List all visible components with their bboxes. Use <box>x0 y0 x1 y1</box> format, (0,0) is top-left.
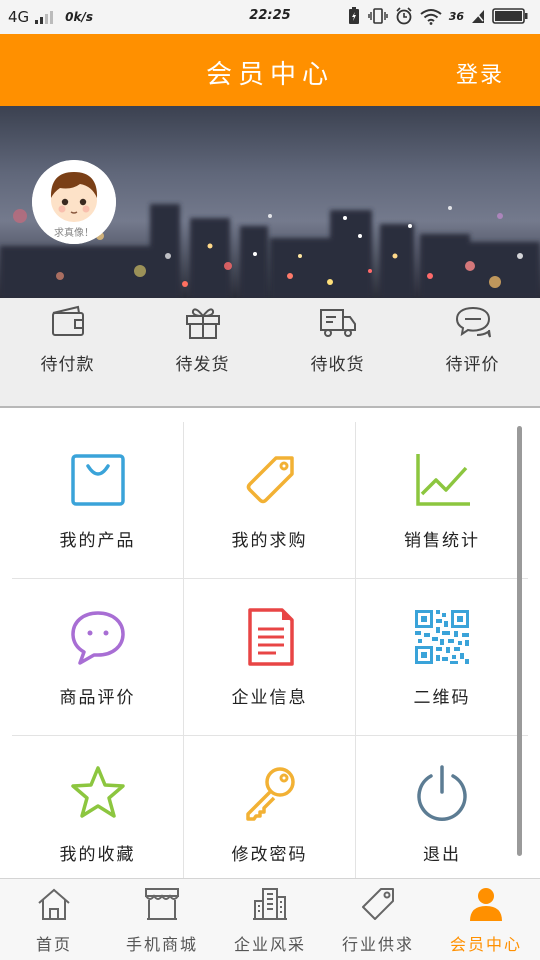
signal-strength: 36 <box>448 9 464 23</box>
status-bar: 4G 0k/s 22:25 36 <box>0 0 540 34</box>
tab-industry-supply[interactable]: 行业供求 <box>324 879 432 960</box>
order-label: 待付款 <box>40 355 95 375</box>
avatar-caption: 求真像！ <box>54 228 94 239</box>
tab-label: 行业供求 <box>341 935 414 954</box>
alarm-icon <box>396 7 412 25</box>
login-button[interactable]: 登录 <box>456 57 504 89</box>
grid-row: 我的产品 我的求购 销售统计 <box>12 422 528 579</box>
battery-icon <box>492 8 528 24</box>
tab-label: 手机商城 <box>125 935 198 954</box>
grid-row: 商品评价 企业信息 二维码 <box>12 579 528 736</box>
tab-label: 首页 <box>35 935 72 954</box>
my-favorites-tile[interactable]: 我的收藏 <box>12 736 184 878</box>
tab-label: 会员中心 <box>449 935 522 954</box>
tab-company-showcase[interactable]: 企业风采 <box>216 879 324 960</box>
bottom-tab-bar: 首页 手机商城 企业风采 行业供求 会员中心 <box>0 878 540 960</box>
wifi-icon <box>420 8 442 25</box>
order-pending-receipt[interactable]: 待收货 <box>270 298 405 406</box>
tile-label: 我的收藏 <box>59 845 136 865</box>
price-tag-icon <box>246 456 294 504</box>
order-pending-payment[interactable]: 待付款 <box>0 298 135 406</box>
speech-bubble-icon <box>70 611 125 665</box>
app-header: 会员中心 登录 <box>0 34 540 106</box>
mobile-signal-icon <box>472 9 484 23</box>
tab-home[interactable]: 首页 <box>0 879 108 960</box>
battery-saver-icon <box>348 7 359 24</box>
tag-icon <box>362 888 394 920</box>
sales-stats-tile[interactable]: 销售统计 <box>356 422 528 579</box>
grid-row: 我的收藏 修改密码 退出 <box>12 736 528 878</box>
tile-label: 商品评价 <box>59 688 136 708</box>
power-icon <box>417 765 467 821</box>
avatar[interactable]: 求真像！ <box>32 160 116 244</box>
key-icon <box>245 767 295 821</box>
order-pending-review[interactable]: 待评价 <box>405 298 540 406</box>
order-label: 待收货 <box>310 355 365 375</box>
wallet-icon <box>51 305 84 336</box>
tile-label: 企业信息 <box>231 688 308 708</box>
my-products-tile[interactable]: 我的产品 <box>12 422 184 579</box>
qr-code-tile[interactable]: 二维码 <box>356 579 528 736</box>
tile-label: 修改密码 <box>231 845 308 865</box>
vibrate-icon <box>367 8 388 24</box>
order-pending-shipment[interactable]: 待发货 <box>135 298 270 406</box>
change-password-tile[interactable]: 修改密码 <box>184 736 356 878</box>
tile-label: 退出 <box>423 845 461 865</box>
truck-icon <box>319 309 356 337</box>
tile-label: 二维码 <box>413 688 471 708</box>
buildings-icon <box>253 888 287 920</box>
company-info-tile[interactable]: 企业信息 <box>184 579 356 736</box>
logout-tile[interactable]: 退出 <box>356 736 528 878</box>
tile-label: 我的产品 <box>59 531 136 551</box>
tile-label: 我的求购 <box>231 531 308 551</box>
order-status-row: 待付款 待发货 待收货 待评价 <box>0 298 540 408</box>
tab-label: 企业风采 <box>233 935 306 954</box>
order-label: 待评价 <box>445 355 500 375</box>
my-requests-tile[interactable]: 我的求购 <box>184 422 356 579</box>
qr-code-icon <box>415 610 469 664</box>
storefront-icon <box>145 888 179 920</box>
scrollbar[interactable] <box>517 426 522 856</box>
status-right: 36 <box>347 7 528 25</box>
order-label: 待发货 <box>175 355 230 375</box>
tile-label: 销售统计 <box>404 531 480 551</box>
document-icon <box>247 608 294 666</box>
shopping-bag-icon <box>70 454 125 506</box>
product-reviews-tile[interactable]: 商品评价 <box>12 579 184 736</box>
line-chart-icon <box>416 454 470 506</box>
home-icon <box>38 888 70 920</box>
tab-member-center[interactable]: 会员中心 <box>432 879 540 960</box>
user-icon <box>470 888 502 921</box>
tab-mobile-mall[interactable]: 手机商城 <box>108 879 216 960</box>
feature-grid: 我的产品 我的求购 销售统计 商品评价 企业信息 二维码 我的收藏 修改密码 退… <box>12 422 528 878</box>
gift-icon <box>185 308 220 339</box>
chat-bubbles-icon <box>455 306 491 338</box>
star-icon <box>70 766 125 818</box>
profile-banner: 求真像！ <box>0 106 540 298</box>
